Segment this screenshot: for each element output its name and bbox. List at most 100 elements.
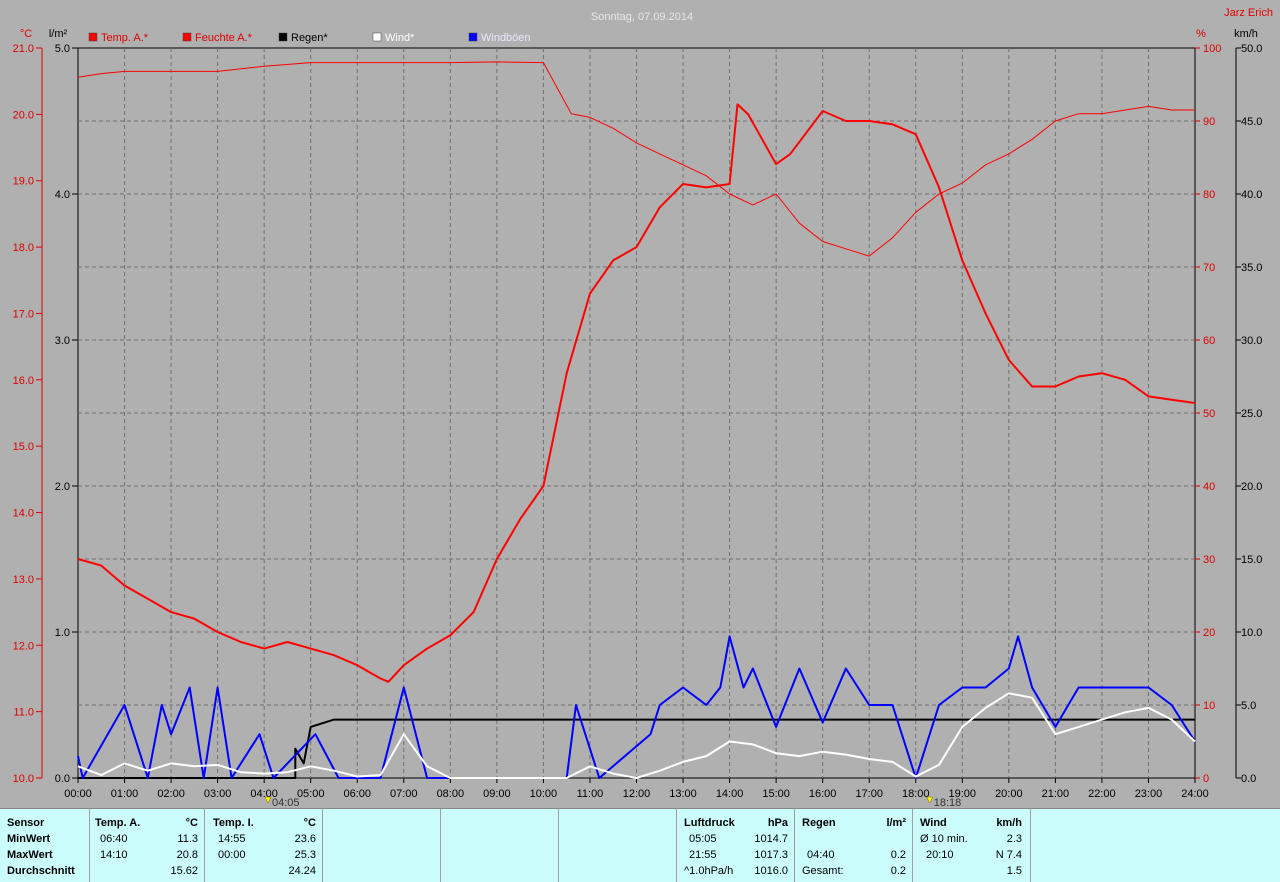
- luftdruck-column: Luftdruck hPa 05:05 1014.7 21:55 1017.3 …: [677, 809, 795, 882]
- wind-tick-label: 15.0: [1241, 554, 1262, 566]
- humidity-tick-label: 70: [1203, 262, 1215, 274]
- x-tick-label: 14:00: [716, 788, 744, 800]
- wind-tick-label: 40.0: [1241, 189, 1262, 201]
- regen-column: Regen l/m² 04:40 0.2 Gesamt: 0.2: [795, 809, 913, 882]
- wind-tick-label: 45.0: [1241, 116, 1262, 128]
- x-tick-label: 10:00: [530, 788, 558, 800]
- durchschnitt-label: Durchschnitt: [7, 865, 75, 877]
- humidity-tick-label: 40: [1203, 481, 1215, 493]
- humidity-tick-label: 10: [1203, 700, 1215, 712]
- temp-a-unit: °C: [185, 817, 198, 829]
- x-tick-label: 17:00: [855, 788, 883, 800]
- x-tick-label: 06:00: [343, 788, 371, 800]
- x-tick-label: 12:00: [623, 788, 651, 800]
- wind-tick-label: 0.0: [1241, 773, 1256, 785]
- humidity-tick-label: 50: [1203, 408, 1215, 420]
- humidity-tick-label: 80: [1203, 189, 1215, 201]
- maxwert-label: MaxWert: [7, 849, 53, 861]
- humidity-tick-label: 30: [1203, 554, 1215, 566]
- temp-i-min-time: 14:55: [218, 833, 246, 845]
- temp-i-column: Temp. I. °C 14:55 23.6 00:00 25.3 24.24: [205, 809, 323, 882]
- rain-tick-label: 4.0: [55, 189, 70, 201]
- wind-max-time: 20:10: [926, 849, 954, 861]
- x-tick-label: 08:00: [437, 788, 465, 800]
- wind-header: Wind: [920, 817, 947, 829]
- humidity-tick-label: 90: [1203, 116, 1215, 128]
- rain-tick-label: 1.0: [55, 627, 70, 639]
- x-tick-label: 02:00: [157, 788, 185, 800]
- marker-label: 04:05: [272, 797, 300, 808]
- minwert-label: MinWert: [7, 833, 51, 845]
- humidity-tick-label: 20: [1203, 627, 1215, 639]
- x-tick-label: 01:00: [111, 788, 139, 800]
- x-tick-label: 20:00: [995, 788, 1023, 800]
- regen-unit: l/m²: [886, 817, 906, 829]
- luftdruck-min-time: 05:05: [689, 833, 717, 845]
- temp-tick-label: 13.0: [13, 574, 34, 586]
- luftdruck-max-time: 21:55: [689, 849, 717, 861]
- legend-swatch: [468, 32, 478, 42]
- temp-a-header: Temp. A.: [95, 817, 141, 829]
- wind-tick-label: 10.0: [1241, 627, 1262, 639]
- legend-swatch: [88, 32, 98, 42]
- temp-tick-label: 18.0: [13, 242, 34, 254]
- wind-avg-value: 2.3: [1006, 833, 1022, 845]
- x-tick-label: 16:00: [809, 788, 837, 800]
- weather-chart: 10.0 11.0 12.0 13.0 14.0 15.0 16.0 17.0 18.0 19.0…: [0, 0, 1280, 808]
- x-tick-label: 21:00: [1042, 788, 1070, 800]
- rain-tick-label: 3.0: [55, 335, 70, 347]
- temp-tick-label: 10.0: [13, 773, 34, 785]
- x-tick-label: 15:00: [762, 788, 790, 800]
- temp-tick-label: 12.0: [13, 640, 34, 652]
- regen-header: Regen: [802, 817, 836, 829]
- rain-axis-unit: l/m²: [49, 28, 68, 40]
- legend-label: Wind*: [385, 32, 415, 44]
- legend-label: Feuchte A.*: [195, 32, 253, 44]
- x-tick-label: 09:00: [483, 788, 511, 800]
- regen-total-value: 0.2: [890, 865, 906, 877]
- luftdruck-unit: hPa: [767, 817, 788, 829]
- wind-tick-label: 35.0: [1241, 262, 1262, 274]
- row-label-column: Sensor MinWert MaxWert Durchschnitt: [0, 809, 90, 882]
- legend-label: Regen*: [291, 32, 328, 44]
- temp-i-max-time: 00:00: [218, 849, 246, 861]
- temp-a-min-value: 11.3: [177, 833, 198, 845]
- temp-i-max-value: 25.3: [294, 849, 316, 861]
- x-tick-label: 11:00: [577, 788, 604, 800]
- legend-swatch: [372, 32, 382, 42]
- x-tick-label: 05:00: [297, 788, 325, 800]
- author-label: Jarz Erich: [1224, 7, 1273, 19]
- temp-a-average: 15.62: [170, 865, 198, 877]
- x-tick-label: 03:00: [204, 788, 232, 800]
- empty-column-3: [559, 809, 677, 882]
- x-tick-label: 00:00: [64, 788, 92, 800]
- temp-i-min-value: 23.6: [294, 833, 316, 845]
- humidity-tick-label: 0: [1203, 773, 1209, 785]
- legend-label: Windböen: [481, 32, 531, 44]
- wind-unit: km/h: [996, 817, 1022, 829]
- temp-tick-label: 16.0: [13, 375, 34, 387]
- temp-tick-label: 14.0: [13, 508, 34, 520]
- wind-tick-label: 50.0: [1241, 43, 1262, 55]
- x-tick-label: 23:00: [1135, 788, 1163, 800]
- x-tick-label: 13:00: [669, 788, 697, 800]
- x-tick-label: 07:00: [390, 788, 418, 800]
- x-tick-label: 18:00: [902, 788, 930, 800]
- wind-tick-label: 5.0: [1241, 700, 1256, 712]
- wind-extra-value: 1.5: [1006, 865, 1022, 877]
- regen-value: 0.2: [890, 849, 906, 861]
- rain-tick-label: 5.0: [55, 43, 70, 55]
- luftdruck-trend-value: 1016.0: [754, 865, 788, 877]
- chart-title: Sonntag, 07.09.2014: [591, 11, 693, 23]
- wind-tick-label: 20.0: [1241, 481, 1262, 493]
- temp-tick-label: 20.0: [13, 109, 34, 121]
- marker-label: 18:18: [934, 797, 962, 808]
- wind-tick-label: 30.0: [1241, 335, 1262, 347]
- legend-label: Temp. A.*: [101, 32, 149, 44]
- luftdruck-header: Luftdruck: [684, 817, 735, 829]
- temp-i-header: Temp. I.: [213, 817, 254, 829]
- wind-axis-unit: km/h: [1234, 28, 1258, 40]
- temp-i-unit: °C: [303, 817, 316, 829]
- rain-tick-label: 2.0: [55, 481, 70, 493]
- humidity-tick-label: 100: [1203, 43, 1221, 55]
